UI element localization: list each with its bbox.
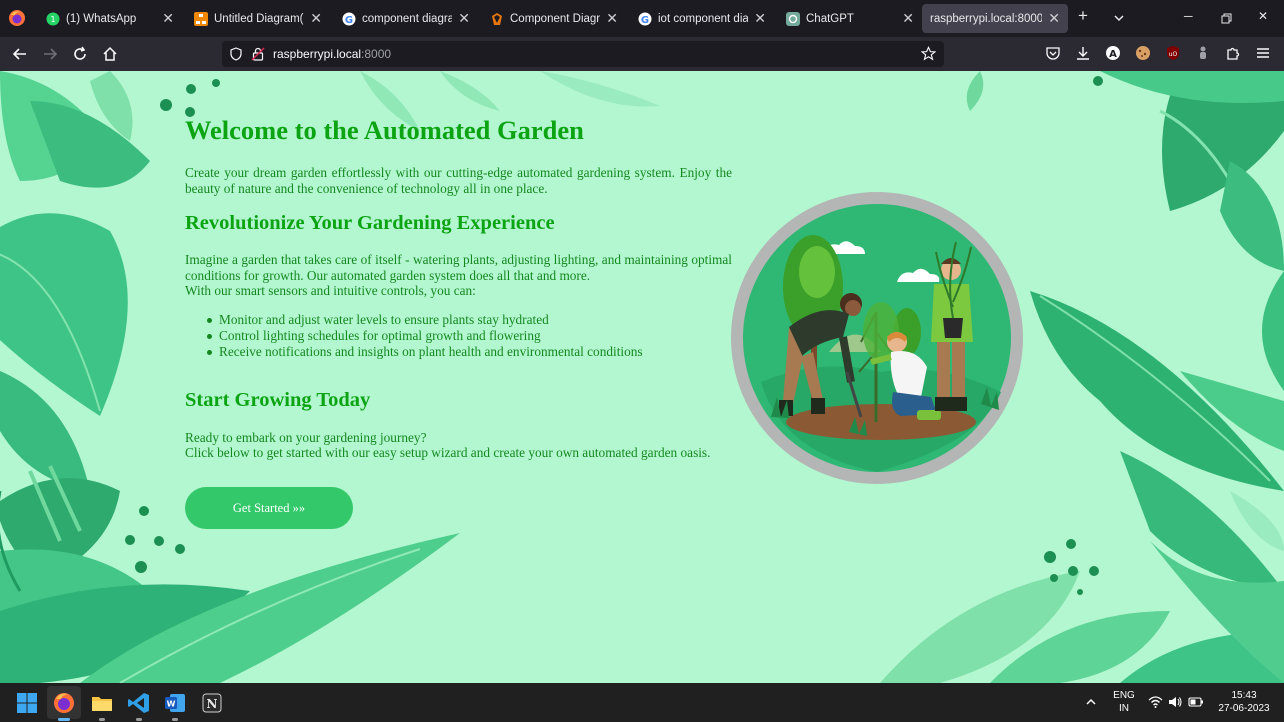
section-heading-revolutionize: Revolutionize Your Gardening Experience xyxy=(185,212,555,234)
windows-start-icon[interactable] xyxy=(13,689,41,717)
svg-text:G: G xyxy=(641,15,649,26)
notion-icon[interactable]: N xyxy=(198,689,226,717)
extensions-puzzle-icon[interactable] xyxy=(1225,45,1241,61)
tab-google-component[interactable]: G component diagram fo ✕ xyxy=(334,4,478,33)
url-text[interactable]: raspberrypi.local:8000 xyxy=(273,47,391,61)
tab-chatgpt[interactable]: ChatGPT ✕ xyxy=(778,4,922,33)
tab-strip: 1 (1) WhatsApp ✕ Untitled Diagram(1)(2 ✕… xyxy=(0,0,1284,37)
google-icon: G xyxy=(638,12,652,26)
tab-title: (1) WhatsApp xyxy=(66,12,137,25)
svg-text:1: 1 xyxy=(50,15,55,24)
tab-title: Untitled Diagram(1)(2 xyxy=(214,12,304,25)
running-indicator xyxy=(136,718,142,721)
tab-drawio[interactable]: Untitled Diagram(1)(2 ✕ xyxy=(186,4,330,33)
extension-a-icon[interactable]: A xyxy=(1105,45,1121,61)
svg-text:uO: uO xyxy=(1169,51,1178,58)
cookie-extension-icon[interactable] xyxy=(1135,45,1151,61)
windows-taskbar: W N ENG IN 15:43 27-06-2023 xyxy=(0,683,1284,722)
section-paragraph: Ready to embark on your gardening journe… xyxy=(185,430,427,445)
shield-icon[interactable] xyxy=(229,47,243,61)
volume-icon[interactable] xyxy=(1168,695,1183,709)
list-tabs-chevron-icon[interactable] xyxy=(1113,12,1125,24)
hamburger-menu-icon[interactable] xyxy=(1255,45,1271,61)
svg-text:A: A xyxy=(1109,49,1117,60)
firefox-view-icon[interactable] xyxy=(8,9,26,27)
get-started-button[interactable]: Get Started »» xyxy=(185,487,353,529)
forward-arrow-icon[interactable] xyxy=(41,45,59,63)
close-tab-icon[interactable]: ✕ xyxy=(310,10,322,27)
feature-list: Monitor and adjust water levels to ensur… xyxy=(205,312,643,360)
close-tab-icon[interactable]: ✕ xyxy=(902,10,914,27)
tab-title: component diagram fo xyxy=(362,12,453,25)
svg-text:G: G xyxy=(345,15,353,26)
tab-raspberrypi[interactable]: raspberrypi.local:8000/ ✕ xyxy=(922,4,1068,33)
tab-title: raspberrypi.local:8000/ xyxy=(930,12,1043,25)
page-title: Welcome to the Automated Garden xyxy=(185,115,584,145)
list-item: Monitor and adjust water levels to ensur… xyxy=(205,312,643,328)
insecure-lock-icon[interactable] xyxy=(251,47,265,61)
back-arrow-icon[interactable] xyxy=(11,45,29,63)
bookmark-star-icon[interactable] xyxy=(921,46,936,61)
minimize-icon[interactable]: ─ xyxy=(1184,9,1193,23)
section-paragraph: With our smart sensors and intuitive con… xyxy=(185,283,476,298)
intro-paragraph: Create your dream garden effortlessly wi… xyxy=(185,165,732,196)
pocket-icon[interactable] xyxy=(1045,45,1061,61)
clock[interactable]: 15:43 27-06-2023 xyxy=(1209,689,1279,715)
navigation-toolbar: raspberrypi.local:8000 A uO xyxy=(0,37,1284,71)
gardening-illustration xyxy=(731,192,1023,484)
drawio-icon xyxy=(194,11,208,26)
whatsapp-icon: 1 xyxy=(46,12,60,25)
tab-title: iot component diagra xyxy=(658,12,749,25)
visual-paradigm-icon xyxy=(492,12,502,25)
wifi-icon[interactable] xyxy=(1148,695,1163,709)
word-icon[interactable]: W xyxy=(161,689,189,717)
close-window-icon[interactable]: ✕ xyxy=(1258,9,1268,23)
svg-text:W: W xyxy=(167,700,176,709)
language-code: ENG xyxy=(1113,690,1135,701)
web-page: Welcome to the Automated Garden Create y… xyxy=(0,71,1284,683)
running-indicator xyxy=(172,718,178,721)
battery-icon[interactable] xyxy=(1188,696,1204,708)
list-item: Receive notifications and insights on pl… xyxy=(205,344,643,360)
address-bar[interactable]: raspberrypi.local:8000 xyxy=(222,41,944,67)
home-icon[interactable] xyxy=(101,45,119,63)
firefox-taskbar-icon[interactable] xyxy=(50,689,78,717)
tab-title: ChatGPT xyxy=(806,12,854,25)
file-explorer-icon[interactable] xyxy=(88,689,116,717)
leaf-background-decoration xyxy=(0,71,1284,683)
clock-date: 27-06-2023 xyxy=(1218,703,1270,714)
svg-text:N: N xyxy=(207,697,218,711)
section-heading-start-growing: Start Growing Today xyxy=(185,389,371,411)
close-tab-icon[interactable]: ✕ xyxy=(458,10,470,27)
tab-google-iot[interactable]: G iot component diagra ✕ xyxy=(630,4,774,33)
running-indicator xyxy=(99,718,105,721)
clock-time: 15:43 xyxy=(1231,690,1257,701)
region-code: IN xyxy=(1119,703,1129,714)
close-tab-icon[interactable]: ✕ xyxy=(1048,10,1060,27)
tab-title: Component Diagram xyxy=(510,12,601,25)
extension-figure-icon[interactable] xyxy=(1195,45,1211,61)
close-tab-icon[interactable]: ✕ xyxy=(754,10,766,27)
vscode-icon[interactable] xyxy=(125,689,153,717)
url-host: raspberrypi.local xyxy=(273,47,362,61)
new-tab-icon[interactable]: + xyxy=(1078,6,1088,26)
tab-visual-paradigm[interactable]: Component Diagram ✕ xyxy=(482,4,626,33)
downloads-icon[interactable] xyxy=(1075,45,1091,61)
reload-icon[interactable] xyxy=(71,45,89,63)
input-language-indicator[interactable]: ENG IN xyxy=(1110,689,1138,715)
restore-window-icon[interactable] xyxy=(1221,13,1232,24)
close-tab-icon[interactable]: ✕ xyxy=(162,10,174,27)
show-hidden-icons-chevron-icon[interactable] xyxy=(1085,696,1097,708)
list-item: Control lighting schedules for optimal g… xyxy=(205,328,643,344)
close-tab-icon[interactable]: ✕ xyxy=(606,10,618,27)
ublock-origin-icon[interactable]: uO xyxy=(1165,45,1181,61)
tab-whatsapp[interactable]: 1 (1) WhatsApp ✕ xyxy=(38,4,182,33)
section-paragraph: Click below to get started with our easy… xyxy=(185,445,711,460)
url-port: :8000 xyxy=(361,47,392,61)
chatgpt-icon xyxy=(786,11,800,26)
running-indicator xyxy=(58,718,70,721)
section-paragraph: Imagine a garden that takes care of itse… xyxy=(185,252,732,283)
google-icon: G xyxy=(342,12,356,26)
